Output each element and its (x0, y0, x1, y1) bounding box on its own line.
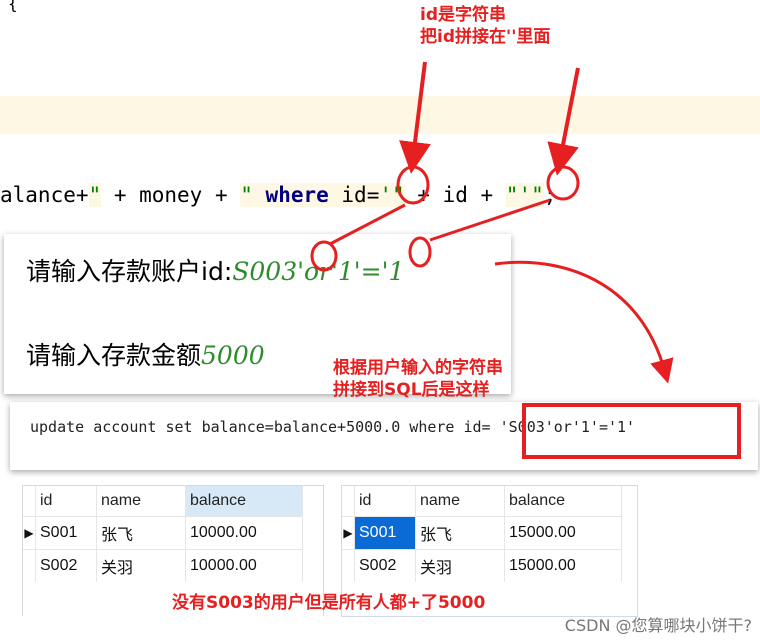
row-header-corner (23, 486, 36, 517)
table-row[interactable]: ▶ S001 张飞 10000.00 (23, 516, 303, 550)
code-token: ; (543, 183, 557, 207)
prompt-amount-label: 请输入存款金额 (26, 341, 202, 370)
cell-balance[interactable]: 15000.00 (504, 549, 622, 582)
cell-name[interactable]: 张飞 (415, 516, 505, 550)
data-grid-after: id name balance ▶ S001 张飞 15000.00 S002 … (342, 486, 622, 582)
row-pointer-icon: ▶ (23, 516, 36, 550)
annotation-bottom: 没有S003的用户但是所有人都+了5000 (172, 593, 486, 613)
table-row[interactable]: S002 关羽 15000.00 (342, 549, 622, 582)
cell-balance[interactable]: 15000.00 (504, 516, 622, 550)
row-header-corner (342, 486, 355, 517)
watermark: CSDN @您算哪块小饼干? (564, 616, 752, 635)
row-pointer-icon: ▶ (342, 516, 355, 550)
column-header-name[interactable]: name (96, 486, 186, 517)
prompt-amount-value[interactable]: 5000 (201, 341, 265, 370)
code-keyword-where: where (265, 183, 329, 207)
column-header-id[interactable]: id (35, 486, 97, 517)
cell-name[interactable]: 关羽 (415, 549, 505, 582)
row-header (342, 549, 355, 582)
cell-name[interactable]: 张飞 (96, 516, 186, 550)
data-grid-before: id name balance ▶ S001 张飞 10000.00 S002 … (23, 486, 303, 582)
prompt-amount: 请输入存款金额5000 (26, 336, 265, 372)
prompt-account-value[interactable]: S003'or'1'='1 (232, 257, 404, 286)
prompt-account-label: 请输入存款账户id: (26, 257, 233, 286)
code-token: id= (328, 183, 380, 207)
annotation-top-2: 把id拼接在''里面 (420, 27, 551, 47)
column-header-id[interactable]: id (354, 486, 416, 517)
code-token: + id + (404, 183, 506, 207)
column-header-balance[interactable]: balance (185, 486, 303, 517)
annotation-mid-2: 拼接到SQL后是这样 (333, 380, 490, 400)
table-row[interactable]: S002 关羽 10000.00 (23, 549, 303, 582)
sql-highlight-box (522, 403, 741, 459)
prompt-account: 请输入存款账户id:S003'or'1'='1 (26, 252, 404, 288)
cell-id[interactable]: S001 (35, 516, 97, 550)
cell-balance[interactable]: 10000.00 (185, 549, 303, 582)
code-token: alance+ (0, 183, 89, 207)
code-token: + money + (101, 183, 241, 207)
code-string: " (240, 183, 266, 207)
cell-balance[interactable]: 10000.00 (185, 516, 303, 550)
code-line-sql-concat[interactable]: alance+" + money + " where id='" + id + … (0, 180, 556, 210)
annotation-top-1: id是字符串 (420, 5, 506, 25)
cell-id[interactable]: S002 (354, 549, 416, 582)
table-header-row: id name balance (23, 486, 303, 517)
cell-name[interactable]: 关羽 (96, 549, 186, 582)
annotation-mid-1: 根据用户输入的字符串 (333, 358, 503, 378)
current-line-highlight (0, 96, 760, 134)
row-header (23, 549, 36, 582)
cell-id-selected[interactable]: S001 (354, 516, 416, 550)
table-header-row: id name balance (342, 486, 622, 517)
code-string: " (88, 183, 102, 207)
code-string-quote-close: "'" (505, 183, 544, 207)
code-string-quote-open: '" (379, 183, 405, 207)
code-brace: { (8, 0, 18, 13)
table-row[interactable]: ▶ S001 张飞 15000.00 (342, 516, 622, 550)
cell-id[interactable]: S002 (35, 549, 97, 582)
curved-arrow (494, 260, 674, 384)
column-header-name[interactable]: name (415, 486, 505, 517)
column-header-balance[interactable]: balance (504, 486, 622, 517)
